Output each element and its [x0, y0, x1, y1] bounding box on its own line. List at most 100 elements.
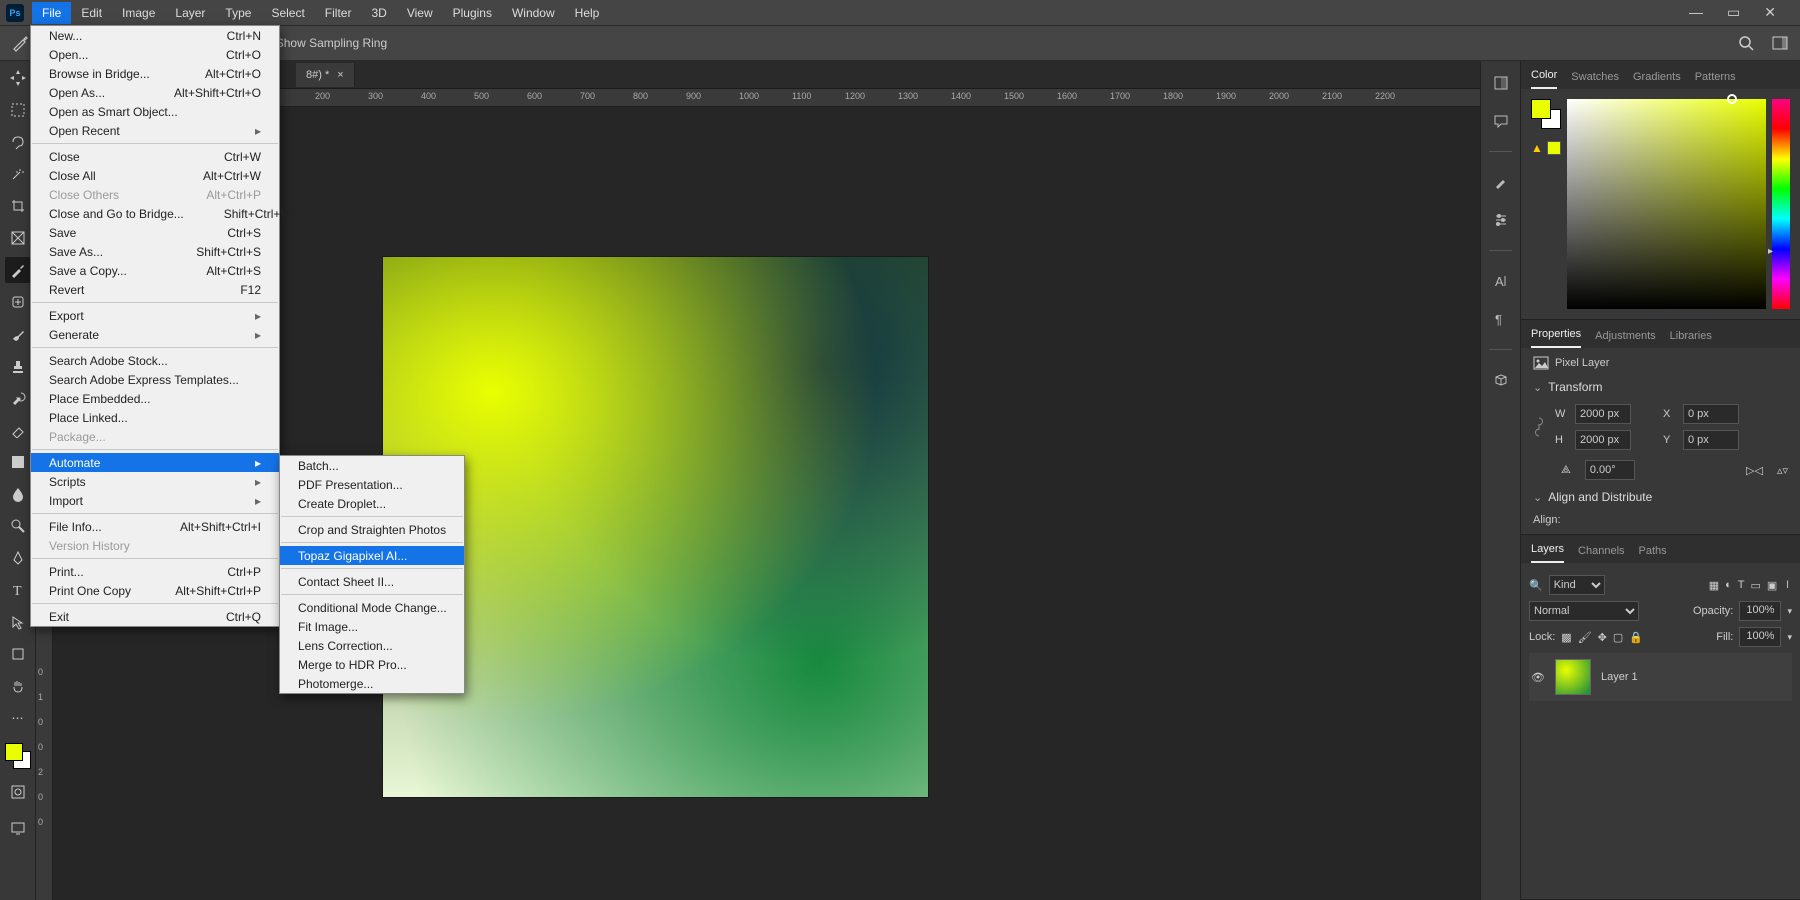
menu-item[interactable]: Close and Go to Bridge...Shift+Ctrl+W [31, 204, 279, 223]
menu-item[interactable]: Browse in Bridge...Alt+Ctrl+O [31, 64, 279, 83]
history-brush-tool[interactable] [5, 385, 31, 411]
layer-name-label[interactable]: Layer 1 [1601, 671, 1638, 683]
filter-type-icon[interactable]: T [1738, 579, 1745, 591]
layer-thumbnail[interactable] [1555, 659, 1591, 695]
menu-item[interactable]: Conditional Mode Change... [280, 598, 464, 617]
marquee-tool[interactable] [5, 97, 31, 123]
tab-channels[interactable]: Channels [1578, 539, 1624, 563]
rail-3d-icon[interactable] [1489, 368, 1513, 392]
menu-item[interactable]: Automate [31, 453, 279, 472]
menu-item[interactable]: Merge to HDR Pro... [280, 655, 464, 674]
tab-libraries[interactable]: Libraries [1670, 324, 1712, 348]
menu-item[interactable]: PDF Presentation... [280, 475, 464, 494]
more-tools[interactable]: ⋯ [5, 705, 31, 731]
move-tool[interactable] [5, 65, 31, 91]
tab-color[interactable]: Color [1531, 63, 1557, 89]
filter-toggle-icon[interactable]: ⏽ [1783, 579, 1792, 592]
tab-layers[interactable]: Layers [1531, 537, 1564, 563]
gradient-tool[interactable] [5, 449, 31, 475]
menu-item[interactable]: CloseCtrl+W [31, 147, 279, 166]
menu-item[interactable]: Search Adobe Stock... [31, 351, 279, 370]
menu-item[interactable]: Open as Smart Object... [31, 102, 279, 121]
menu-item[interactable]: RevertF12 [31, 280, 279, 299]
height-input[interactable] [1575, 430, 1631, 450]
sample-tool-icon[interactable] [10, 33, 30, 53]
gamut-warning-icon[interactable]: ▲ [1531, 141, 1543, 155]
fill-value[interactable]: 100% [1739, 627, 1781, 647]
menu-item[interactable]: Topaz Gigapixel AI... [280, 546, 464, 565]
menu-item[interactable]: Photomerge... [280, 674, 464, 693]
healing-tool[interactable] [5, 289, 31, 315]
menu-item[interactable]: Batch... [280, 456, 464, 475]
angle-input[interactable] [1585, 460, 1635, 480]
type-tool[interactable]: T [5, 577, 31, 603]
lock-pos-icon[interactable]: ✥ [1598, 631, 1607, 644]
lock-trans-icon[interactable]: ▩ [1561, 631, 1571, 644]
link-wh-icon[interactable] [1533, 416, 1545, 438]
menu-3d[interactable]: 3D [361, 2, 396, 24]
rail-brush-icon[interactable] [1489, 170, 1513, 194]
menu-item[interactable]: Export [31, 306, 279, 325]
hand-tool[interactable] [5, 673, 31, 699]
flip-h-icon[interactable]: ▷◁ [1746, 464, 1763, 477]
menu-item[interactable]: Import [31, 491, 279, 510]
x-input[interactable] [1683, 404, 1739, 424]
menu-item[interactable]: Save a Copy...Alt+Ctrl+S [31, 261, 279, 280]
filter-shape-icon[interactable]: ▭ [1750, 579, 1760, 592]
menu-item[interactable]: Print...Ctrl+P [31, 562, 279, 581]
tab-swatches[interactable]: Swatches [1571, 65, 1619, 89]
rail-comment-icon[interactable] [1489, 109, 1513, 133]
menu-select[interactable]: Select [261, 2, 314, 24]
tab-patterns[interactable]: Patterns [1695, 65, 1736, 89]
menu-item[interactable]: File Info...Alt+Shift+Ctrl+I [31, 517, 279, 536]
blend-mode-select[interactable]: Normal [1529, 601, 1639, 621]
quickmask-icon[interactable] [5, 779, 31, 805]
stamp-tool[interactable] [5, 353, 31, 379]
path-select-tool[interactable] [5, 609, 31, 635]
hue-slider[interactable]: ▸ [1772, 99, 1790, 309]
close-button[interactable]: ✕ [1764, 4, 1776, 21]
lock-all-icon[interactable]: 🔒 [1629, 631, 1643, 644]
menu-view[interactable]: View [397, 2, 443, 24]
menu-item[interactable]: Fit Image... [280, 617, 464, 636]
maximize-button[interactable]: ▭ [1727, 4, 1740, 21]
menu-item[interactable]: Print One CopyAlt+Shift+Ctrl+P [31, 581, 279, 600]
menu-item[interactable]: Place Linked... [31, 408, 279, 427]
menu-item[interactable]: Save As...Shift+Ctrl+S [31, 242, 279, 261]
lock-nest-icon[interactable]: ▢ [1613, 631, 1623, 644]
rail-adjust-icon[interactable] [1489, 208, 1513, 232]
tab-adjustments[interactable]: Adjustments [1595, 324, 1656, 348]
menu-item[interactable]: SaveCtrl+S [31, 223, 279, 242]
lasso-tool[interactable] [5, 129, 31, 155]
workspace-icon[interactable] [1770, 33, 1790, 53]
menu-item[interactable]: Open...Ctrl+O [31, 45, 279, 64]
rail-panel-icon[interactable] [1489, 71, 1513, 95]
filter-adjust-icon[interactable]: ◐ [1725, 579, 1732, 591]
tab-properties[interactable]: Properties [1531, 322, 1581, 348]
menu-item[interactable]: Place Embedded... [31, 389, 279, 408]
color-field[interactable] [1567, 99, 1766, 309]
width-input[interactable] [1575, 404, 1631, 424]
y-input[interactable] [1683, 430, 1739, 450]
menu-layer[interactable]: Layer [165, 2, 215, 24]
menu-item[interactable]: Lens Correction... [280, 636, 464, 655]
crop-tool[interactable] [5, 193, 31, 219]
lock-paint-icon[interactable]: 🖌 [1578, 631, 1592, 644]
transform-section[interactable]: Transform [1533, 380, 1788, 394]
foreground-background-swatch[interactable] [5, 743, 31, 769]
filter-pixel-icon[interactable]: ▦ [1709, 579, 1719, 592]
wand-tool[interactable] [5, 161, 31, 187]
screenmode-icon[interactable] [5, 815, 31, 841]
menu-item[interactable]: Open Recent [31, 121, 279, 140]
menu-item[interactable]: Scripts [31, 472, 279, 491]
brush-tool[interactable] [5, 321, 31, 347]
eyedropper-tool[interactable] [5, 257, 31, 283]
color-swatch-fgbg[interactable] [1531, 99, 1561, 129]
menu-help[interactable]: Help [565, 2, 610, 24]
tab-paths[interactable]: Paths [1639, 539, 1667, 563]
visibility-icon[interactable]: 👁 [1531, 671, 1545, 684]
gamut-swatch[interactable] [1547, 141, 1561, 155]
layer-row[interactable]: 👁 Layer 1 [1529, 653, 1792, 701]
menu-file[interactable]: File [32, 2, 71, 24]
tab-close-icon[interactable]: × [337, 69, 343, 81]
